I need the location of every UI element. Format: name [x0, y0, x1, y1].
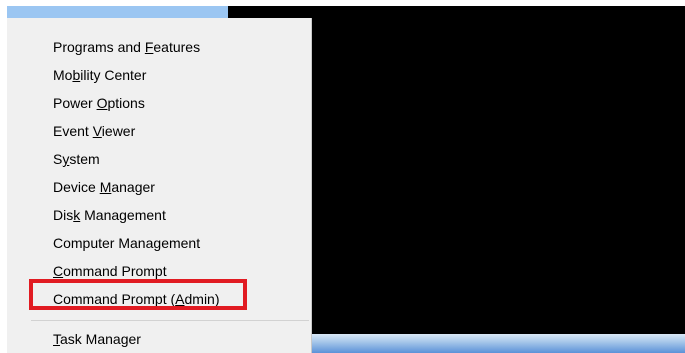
menu-item-event-viewer[interactable]: Event Viewer — [53, 120, 135, 142]
menu-item-programs-and-features[interactable]: Programs and Features — [53, 36, 200, 58]
menu-item-power-options[interactable]: Power Options — [53, 92, 145, 114]
menu-item-system[interactable]: System — [53, 148, 100, 170]
menu-item-device-manager[interactable]: Device Manager — [53, 176, 155, 198]
menu-header-strip — [7, 6, 228, 18]
menu-item-computer-management[interactable]: Computer Management — [53, 232, 200, 254]
screen: Programs and Features Mobility Center Po… — [0, 0, 685, 353]
taskbar[interactable] — [312, 334, 685, 353]
frame-left — [0, 0, 7, 353]
menu-item-task-manager[interactable]: Task Manager — [53, 328, 141, 350]
menu-separator — [31, 320, 309, 321]
highlight-box — [29, 279, 247, 310]
menu-item-disk-management[interactable]: Disk Management — [53, 204, 166, 226]
menu-item-mobility-center[interactable]: Mobility Center — [53, 64, 146, 86]
